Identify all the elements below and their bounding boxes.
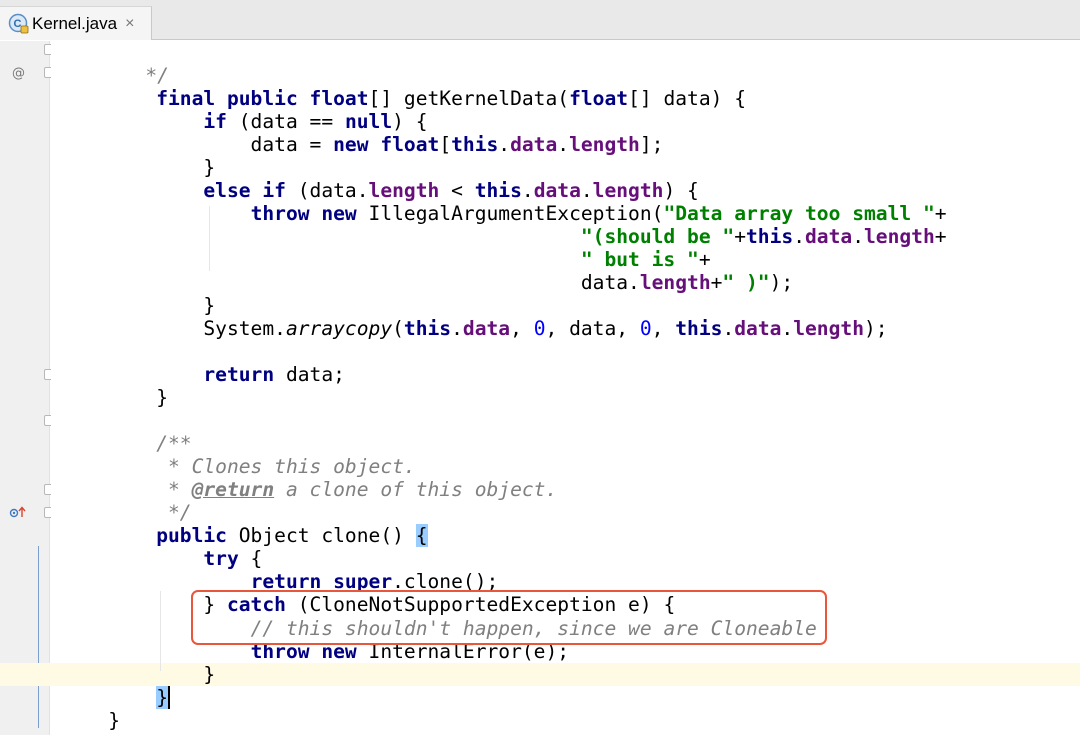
code-line: } <box>108 709 120 732</box>
code-line: */ <box>156 501 192 524</box>
code-line: return data; <box>203 363 345 386</box>
code-line: data = new float[this.data.length]; <box>156 133 664 156</box>
code-line: * Clones this object. <box>156 455 416 478</box>
editor-gutter: @ <box>0 41 50 735</box>
code-line: final public float[] getKernelData(float… <box>156 87 747 110</box>
code-line: } <box>156 294 216 317</box>
code-line: } <box>156 156 216 179</box>
java-class-icon: C <box>8 13 30 35</box>
code-line: data.length+" )"); <box>156 271 794 294</box>
code-line: else if (data.length < this.data.length)… <box>203 179 699 202</box>
code-line: */ <box>98 64 169 87</box>
code-line: "(should be "+this.data.length+ <box>580 225 947 248</box>
code-line: * @return a clone of this object. <box>156 478 558 501</box>
tab-kernel-java[interactable]: C Kernel.java × <box>0 6 152 40</box>
text-caret[interactable]: } <box>156 686 170 709</box>
implements-method-icon[interactable] <box>9 505 27 523</box>
svg-text:C: C <box>14 18 22 30</box>
code-line: } <box>109 663 170 709</box>
override-method-icon[interactable]: @ <box>12 66 25 81</box>
code-line: public Object clone() { <box>156 524 428 547</box>
annotation-highlight-box <box>191 590 827 645</box>
code-line: System.arraycopy(this.data, 0, data, 0, … <box>156 317 888 340</box>
editor-tab-bar: C Kernel.java × <box>0 0 1080 40</box>
code-line: try { <box>203 547 263 570</box>
close-tab-icon[interactable]: × <box>125 15 134 33</box>
code-line: if (data == null) { <box>203 110 428 133</box>
code-line: } <box>156 386 168 409</box>
code-line: throw new IllegalArgumentException("Data… <box>250 202 947 225</box>
change-marker-bar <box>38 546 39 728</box>
tab-filename: Kernel.java <box>32 13 118 33</box>
code-line: " but is "+ <box>580 248 711 271</box>
code-line: /** <box>156 432 192 455</box>
code-line: return super.clone(); <box>250 570 499 593</box>
